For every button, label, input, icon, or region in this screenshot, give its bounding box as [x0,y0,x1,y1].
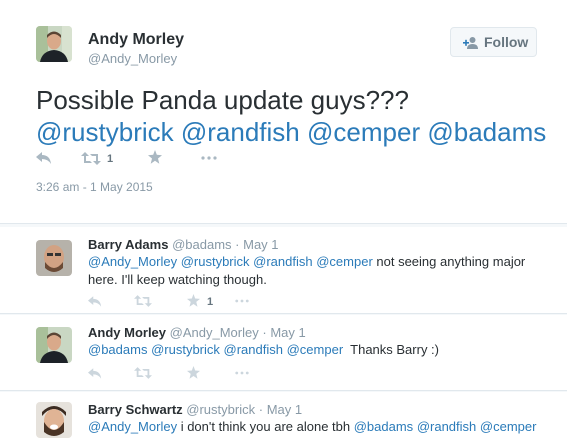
mention-link[interactable]: @badams [427,117,546,147]
reply-time[interactable]: May 1 [267,402,302,417]
reply-tweet: Barry Schwartz @rustybrick · May 1 @Andy… [0,392,567,448]
retweet-icon[interactable] [134,295,152,307]
reply-author-name[interactable]: Andy Morley [88,325,166,340]
author-name[interactable]: Andy Morley [88,31,184,49]
mention-link[interactable]: @badams [354,419,413,434]
reply-text-body: here. I'll keep watching though. [88,272,267,287]
replies-section: Barry Adams @badams · May 1 @Andy_Morley… [0,223,567,448]
reply-author-name[interactable]: Barry Adams [88,237,168,252]
mention-link[interactable]: @randfish [253,254,312,269]
favorite-star-icon[interactable] [148,150,162,164]
main-tweet: Andy Morley @Andy_Morley Follow Possible… [0,0,567,223]
reply-text: @Andy_Morley @rustybrick @randfish @cemp… [88,253,548,289]
reply-avatar[interactable] [36,327,72,363]
author-handle[interactable]: @Andy_Morley [88,51,177,66]
mention-link[interactable]: @Andy_Morley [88,419,177,434]
reply-icon[interactable] [88,368,102,379]
favorite-star-icon[interactable] [187,366,200,379]
mention-link[interactable]: @cemper [316,254,373,269]
reply-icon[interactable] [88,296,102,307]
reply-author-handle[interactable]: @badams [172,237,231,252]
tweet-text-line: Possible Panda update guys??? [36,85,409,115]
retweet-icon[interactable] [81,152,101,165]
reply-author-handle[interactable]: @rustybrick [186,402,255,417]
reply-time[interactable]: May 1 [270,325,305,340]
mention-link[interactable]: @rustybrick [36,117,174,147]
favorite-count: 1 [207,296,214,308]
reply-text-body: i don't think you are alone tbh [177,419,354,434]
reply-text: @Andy_Morley i don't think you are alone… [88,418,558,436]
retweet-count: 1 [107,153,114,165]
reply-header: Andy Morley @Andy_Morley · May 1 [88,325,306,340]
reply-author-name[interactable]: Barry Schwartz [88,402,183,417]
reply-avatar[interactable] [36,240,72,276]
reply-time[interactable]: May 1 [243,237,278,252]
reply-text-body: Thanks Barry :) [343,342,439,357]
reply-icon[interactable] [36,152,52,164]
tweet-timestamp[interactable]: 3:26 am - 1 May 2015 [36,180,153,194]
reply-header: Barry Adams @badams · May 1 [88,237,279,252]
mention-link[interactable]: @cemper [287,342,344,357]
favorite-star-icon[interactable] [187,294,200,307]
mention-link[interactable]: @randfish [224,342,283,357]
mention-link[interactable]: @randfish [417,419,476,434]
reply-text: @badams @rustybrick @randfish @cemper Th… [88,341,548,359]
mention-link[interactable]: @badams [88,342,147,357]
reply-tweet: Andy Morley @Andy_Morley · May 1 @badams… [0,315,567,391]
mention-link[interactable]: @rustybrick [181,254,250,269]
mention-link[interactable]: @cemper [307,117,420,147]
follow-person-icon [463,37,478,49]
separator-dot: · [235,237,240,252]
reply-author-handle[interactable]: @Andy_Morley [170,325,259,340]
mention-link[interactable]: @Andy_Morley [88,254,177,269]
reply-header: Barry Schwartz @rustybrick · May 1 [88,402,302,417]
reply-tweet: Barry Adams @badams · May 1 @Andy_Morley… [0,227,567,314]
tweet-text: Possible Panda update guys??? @rustybric… [36,84,556,148]
retweet-icon[interactable] [134,367,152,379]
reply-avatar[interactable] [36,402,72,438]
mention-link[interactable]: @rustybrick [151,342,220,357]
mention-link[interactable]: @cemper [480,419,537,434]
more-dots-icon[interactable] [235,299,249,303]
more-dots-icon[interactable] [235,371,249,375]
follow-label: Follow [484,34,529,50]
separator-dot: · [262,325,267,340]
reply-text-body: not seeing anything major [372,254,526,269]
more-dots-icon[interactable] [201,156,217,160]
separator-dot: · [258,402,264,417]
mention-link[interactable]: @randfish [181,117,300,147]
follow-button[interactable]: Follow [450,27,537,57]
author-avatar[interactable] [36,26,72,62]
